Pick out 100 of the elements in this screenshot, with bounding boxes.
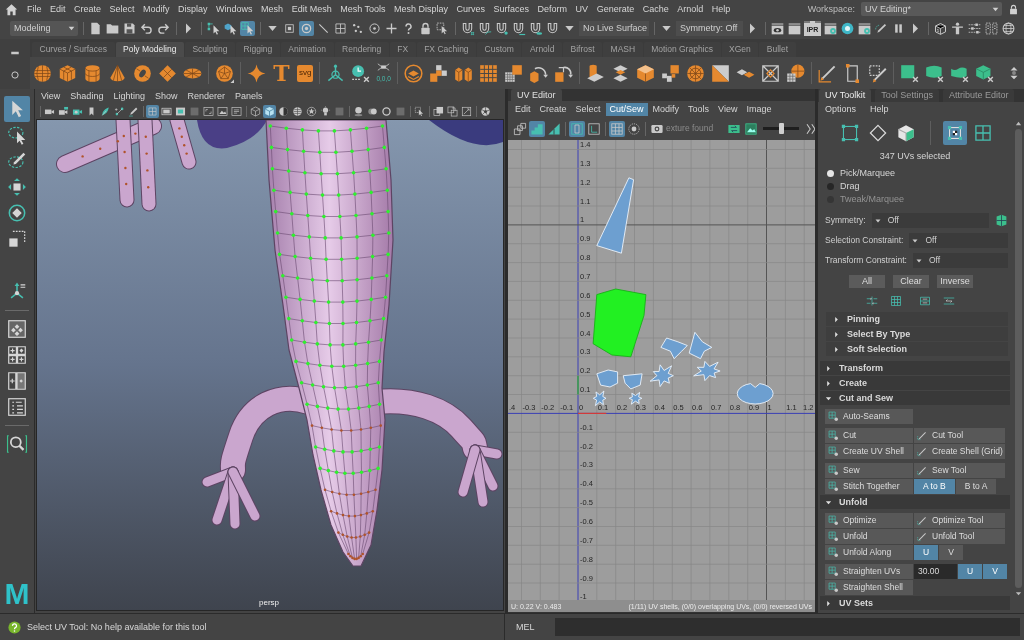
help-icon[interactable] bbox=[8, 620, 21, 634]
person-icon[interactable] bbox=[950, 21, 965, 36]
scrollbar-thumb[interactable] bbox=[1014, 129, 1022, 588]
toggle-button[interactable]: A to B bbox=[914, 479, 955, 494]
new-file-icon[interactable] bbox=[88, 21, 103, 36]
shelf-tab[interactable]: Poly Modeling bbox=[115, 42, 184, 57]
menu-item[interactable]: Show bbox=[154, 91, 178, 101]
component-select-icon[interactable] bbox=[240, 21, 255, 36]
toggle-button[interactable]: V bbox=[939, 545, 963, 560]
panel-tab[interactable]: UV Toolkit bbox=[819, 89, 872, 102]
ring-icon[interactable] bbox=[380, 104, 393, 118]
grid-icon[interactable] bbox=[890, 295, 902, 307]
command-button[interactable]: Sew bbox=[825, 463, 913, 478]
menu-item[interactable]: Modify bbox=[143, 4, 170, 14]
toggle-button[interactable]: U bbox=[958, 564, 983, 579]
ring-icon[interactable] bbox=[10, 70, 20, 80]
menu-item[interactable]: Windows bbox=[216, 4, 253, 14]
corner-box-icon[interactable] bbox=[586, 120, 602, 137]
menu-item[interactable]: Edit bbox=[511, 102, 535, 116]
section-header[interactable]: Unfold bbox=[820, 495, 1010, 509]
option-dropdown[interactable]: Off bbox=[871, 213, 989, 228]
menu-item[interactable]: Cache bbox=[642, 4, 669, 14]
grid-icon[interactable] bbox=[478, 63, 498, 83]
command-button[interactable]: Straighten UVs bbox=[825, 564, 913, 579]
shelf-tab[interactable]: Rendering bbox=[334, 42, 389, 57]
open-folder-icon[interactable] bbox=[105, 21, 120, 36]
split-square-icon[interactable] bbox=[710, 63, 730, 83]
grid-square-icon[interactable] bbox=[503, 63, 523, 83]
grid-icon[interactable] bbox=[333, 21, 348, 36]
menu-item[interactable]: Mesh Tools bbox=[340, 4, 386, 14]
section-header[interactable]: UV Sets bbox=[820, 596, 1010, 610]
circle-point-icon[interactable] bbox=[367, 21, 382, 36]
cube-x-icon[interactable] bbox=[974, 63, 994, 83]
shelf-tab[interactable]: Bullet bbox=[759, 42, 796, 57]
menu-item[interactable]: Help bbox=[711, 4, 731, 14]
subsection-header[interactable]: Soft Selection bbox=[826, 342, 1008, 356]
menu-item[interactable]: Image bbox=[742, 102, 776, 116]
menu-set-dropdown[interactable]: Modeling bbox=[10, 21, 78, 36]
command-button[interactable]: Create Shell (Grid) bbox=[914, 444, 1005, 459]
toggle-button[interactable]: V bbox=[983, 564, 1007, 579]
section-header[interactable]: Transform bbox=[820, 361, 1010, 375]
command-button[interactable]: Cut bbox=[825, 428, 913, 443]
subsection-header[interactable]: Pinning bbox=[826, 312, 1008, 326]
grid-icon[interactable] bbox=[609, 120, 625, 137]
menu-item[interactable]: Mesh bbox=[261, 4, 284, 14]
slider-handle[interactable] bbox=[778, 123, 784, 134]
curve-magnet-icon[interactable] bbox=[477, 21, 492, 36]
dotted-circle-icon[interactable] bbox=[626, 120, 642, 137]
disc-icon[interactable] bbox=[840, 21, 855, 36]
menu-item[interactable]: Deform bbox=[537, 4, 568, 14]
scroll-down-icon[interactable] bbox=[1014, 590, 1022, 597]
clapboard-gear-icon[interactable] bbox=[857, 21, 872, 36]
globe-icon[interactable] bbox=[1001, 21, 1016, 36]
shelf-tab[interactable]: FX bbox=[389, 42, 416, 57]
grid-magnet-icon[interactable] bbox=[460, 21, 475, 36]
shelf-tab[interactable]: Arnold bbox=[522, 42, 562, 57]
dashed-box-pen-icon[interactable] bbox=[867, 63, 887, 83]
menu-item[interactable]: Generate bbox=[596, 4, 635, 14]
menu-item[interactable]: Arnold bbox=[677, 4, 704, 14]
plane-magnet-icon[interactable] bbox=[511, 21, 526, 36]
subsection-header[interactable]: Select By Type bbox=[826, 327, 1008, 341]
shelf-tab[interactable]: Sculpting bbox=[184, 42, 235, 57]
wheel-icon[interactable] bbox=[685, 63, 705, 83]
menu-item[interactable]: Panels bbox=[234, 91, 263, 101]
aperture-icon[interactable] bbox=[479, 104, 492, 118]
command-button[interactable]: Optimize bbox=[825, 513, 913, 528]
menu-item[interactable]: Curves bbox=[456, 4, 486, 14]
crossed-square-icon[interactable] bbox=[760, 63, 780, 83]
toggle-button[interactable]: U bbox=[914, 545, 939, 560]
undo-icon[interactable] bbox=[139, 21, 154, 36]
command-language-button[interactable]: MEL bbox=[516, 622, 535, 632]
menu-item[interactable]: Options bbox=[825, 105, 857, 114]
light-bulb-icon[interactable] bbox=[319, 104, 332, 118]
menu-item[interactable]: Edit bbox=[50, 4, 66, 14]
crop-frame-icon[interactable] bbox=[202, 104, 215, 118]
surface-magnet-icon[interactable] bbox=[528, 21, 543, 36]
square-point-icon[interactable] bbox=[282, 21, 297, 36]
torus-icon[interactable] bbox=[133, 63, 152, 83]
triangle-icon[interactable] bbox=[546, 120, 562, 137]
sphere-shadow-icon[interactable] bbox=[352, 104, 365, 118]
menu-item[interactable]: View bbox=[714, 102, 742, 116]
command-button[interactable]: Stitch Together bbox=[825, 479, 913, 494]
menu-item[interactable]: Modify bbox=[648, 102, 684, 116]
clapboard-gear-icon[interactable] bbox=[823, 21, 838, 36]
hierarchy-select-icon[interactable] bbox=[206, 21, 221, 36]
cube-icon[interactable] bbox=[933, 21, 948, 36]
faceted-sphere-icon[interactable] bbox=[215, 63, 234, 83]
menu-item[interactable]: Create bbox=[74, 4, 102, 14]
menu-item[interactable]: Renderer bbox=[187, 91, 225, 101]
shelf-tab[interactable]: FX Caching bbox=[416, 42, 477, 57]
svg-tool-button[interactable]: svg bbox=[297, 64, 314, 82]
command-button[interactable]: Sew Tool bbox=[914, 463, 1005, 478]
star-circle-icon[interactable] bbox=[305, 104, 318, 118]
image-icon[interactable] bbox=[743, 120, 760, 137]
toggle-button[interactable]: B to A bbox=[955, 479, 997, 494]
number-field[interactable]: 30.00 bbox=[914, 564, 957, 579]
stacked-squares-icon[interactable] bbox=[512, 120, 528, 137]
pen-icon[interactable] bbox=[817, 63, 837, 83]
panel-tab[interactable]: Tool Settings bbox=[875, 89, 939, 102]
home-icon[interactable] bbox=[5, 2, 18, 16]
